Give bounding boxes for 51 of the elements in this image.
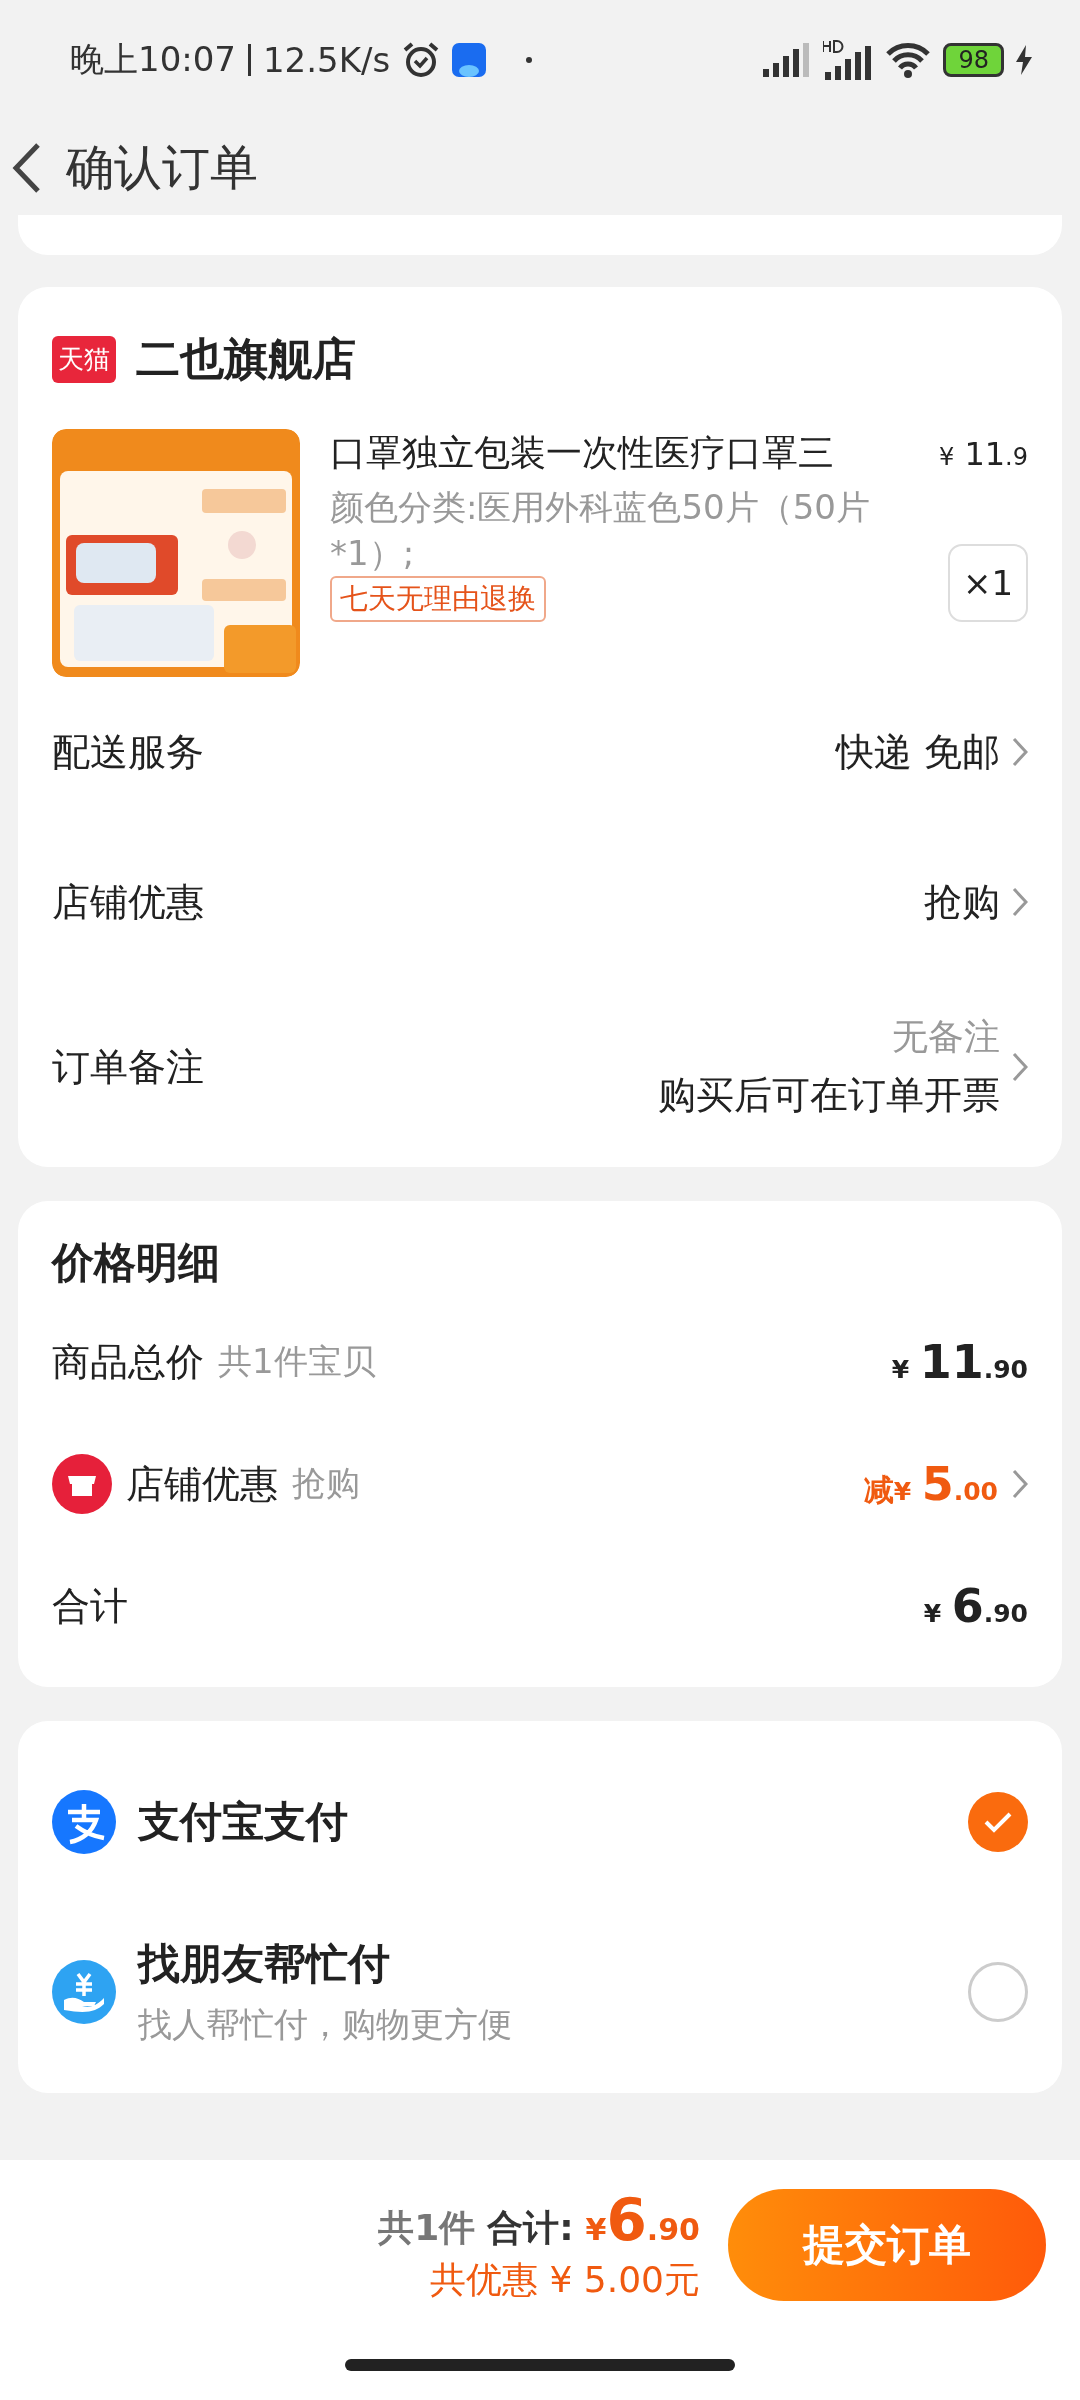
- notification-dot: [526, 57, 533, 63]
- payment-subtitle: 找人帮忙付，购物更方便: [138, 2003, 513, 2046]
- order-option-row[interactable]: 配送服务 快递 免邮: [52, 677, 1028, 827]
- payment-name: 支付宝支付: [138, 1796, 349, 1848]
- payment-option[interactable]: 支付宝支付: [52, 1737, 1028, 1907]
- network-speed: 12.5K/s: [263, 40, 391, 80]
- chevron-icon: [1012, 887, 1028, 917]
- battery-indicator: 98: [943, 43, 1004, 77]
- payment-option[interactable]: 找朋友帮忙付 找人帮忙付，购物更方便: [52, 1907, 1028, 2077]
- page-title: 确认订单: [66, 137, 258, 197]
- quantity-button[interactable]: ×1: [948, 544, 1028, 622]
- store-icon: [52, 1454, 112, 1514]
- chevron-icon: [1012, 737, 1028, 767]
- order-option-row[interactable]: 订单备注 无备注 购买后可在订单开票: [52, 977, 1028, 1157]
- back-icon[interactable]: [12, 141, 42, 194]
- alipay-icon: [52, 1790, 116, 1854]
- chevron-icon: [1012, 1469, 1028, 1499]
- radio-button[interactable]: [968, 1792, 1028, 1852]
- order-option-row[interactable]: 店铺优惠 抢购: [52, 827, 1028, 977]
- return-policy-tag: 七天无理由退换: [330, 576, 546, 622]
- price-note: 共1件宝贝: [218, 1340, 376, 1383]
- price-amount: ¥ 6.90: [923, 1579, 1028, 1633]
- total-label: 合计:: [487, 2205, 574, 2250]
- hd-signal-icon: [823, 40, 874, 80]
- store-badge: 天猫: [52, 335, 116, 383]
- app-icon: [452, 43, 487, 77]
- price-label: 合计: [52, 1582, 128, 1630]
- signal-icon: [763, 43, 812, 77]
- chevron-icon: [1012, 1052, 1028, 1082]
- section-title: 价格明细: [52, 1237, 221, 1289]
- discount-total: 共优惠 ¥ 5.00元: [430, 2257, 700, 2302]
- hand-coin-icon: [52, 1960, 116, 2024]
- wifi-icon: [885, 42, 932, 78]
- radio-button[interactable]: [968, 1962, 1028, 2022]
- store-name: 二也旗舰店: [136, 331, 356, 386]
- separator-bar: [248, 44, 251, 76]
- price-amount: ¥ 11.90: [891, 1335, 1028, 1389]
- status-time: 晚上10:07: [70, 38, 236, 81]
- product-title: 口罩独立包装一次性医疗口罩三: [330, 431, 834, 475]
- payment-name: 找朋友帮忙付: [138, 1938, 391, 1990]
- price-label: 店铺优惠: [126, 1460, 278, 1508]
- product-price: ¥ 11.9: [938, 435, 1028, 473]
- check-icon: [983, 1811, 1013, 1833]
- charging-icon: [1016, 45, 1032, 75]
- product-spec: 颜色分类:医用外科蓝色50片（50片*1）;: [330, 486, 871, 575]
- total-amount: ¥6.90: [585, 2185, 700, 2254]
- price-label: 商品总价: [52, 1338, 204, 1386]
- price-note: 抢购: [292, 1462, 360, 1505]
- price-amount: 减¥ 5.00: [863, 1457, 998, 1511]
- item-count: 共1件: [378, 2205, 476, 2250]
- alarm-icon: [402, 41, 441, 79]
